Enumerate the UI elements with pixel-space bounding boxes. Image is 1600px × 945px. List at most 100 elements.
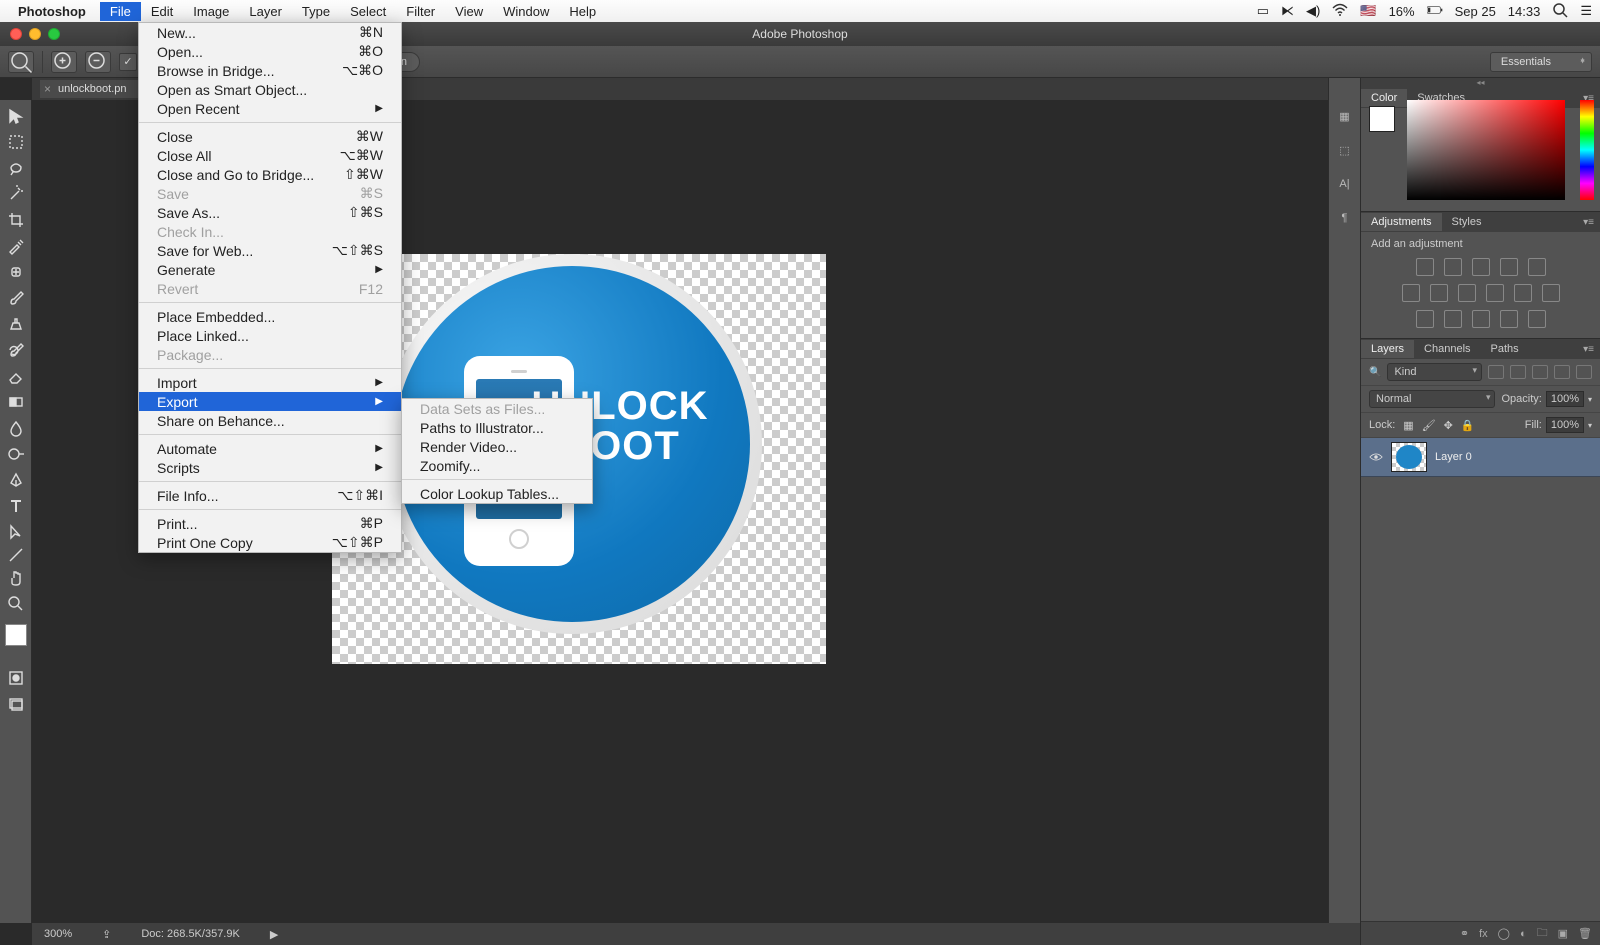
layer-mask-icon[interactable]: ◯ (1498, 927, 1510, 940)
lasso-tool[interactable] (4, 156, 28, 180)
properties-panel-icon[interactable]: ⬚ (1335, 142, 1355, 158)
file-menu-item[interactable]: Print One Copy⌥⇧⌘P (139, 533, 401, 552)
adj-photofilter[interactable] (1486, 284, 1504, 302)
pen-tool[interactable] (4, 468, 28, 492)
new-group-icon[interactable]: 🗀 (1537, 924, 1548, 943)
file-menu-item[interactable]: Close All⌥⌘W (139, 146, 401, 165)
opacity-value[interactable]: 100% (1546, 391, 1584, 407)
channels-tab[interactable]: Channels (1414, 340, 1480, 358)
delete-layer-icon[interactable]: 🗑 (1578, 927, 1592, 940)
adj-threshold[interactable] (1472, 310, 1490, 328)
export-submenu-item[interactable]: Paths to Illustrator... (402, 418, 592, 437)
file-menu-item[interactable]: Open...⌘O (139, 42, 401, 61)
adj-levels[interactable] (1444, 258, 1462, 276)
move-tool[interactable] (4, 104, 28, 128)
history-brush-tool[interactable] (4, 338, 28, 362)
workspace-switcher[interactable]: Essentials (1490, 52, 1592, 72)
file-menu-item[interactable]: New...⌘N (139, 23, 401, 42)
filter-pixel-icon[interactable] (1488, 365, 1504, 379)
doc-info-arrow[interactable]: ▶ (270, 928, 278, 941)
adj-exposure[interactable] (1500, 258, 1518, 276)
menu-filter[interactable]: Filter (396, 2, 445, 21)
adj-channelmixer[interactable] (1514, 284, 1532, 302)
blend-mode-select[interactable]: Normal (1369, 390, 1495, 408)
clone-stamp-tool[interactable] (4, 312, 28, 336)
resize-windows-checkbox[interactable]: ✓ (119, 53, 137, 71)
adj-colorlookup[interactable] (1542, 284, 1560, 302)
screen-mode-toggle[interactable] (4, 692, 28, 716)
spotlight-icon[interactable] (1552, 2, 1568, 21)
menu-image[interactable]: Image (183, 2, 239, 21)
file-menu-item[interactable]: Place Linked... (139, 326, 401, 345)
adj-brightness[interactable] (1416, 258, 1434, 276)
healing-brush-tool[interactable] (4, 260, 28, 284)
menu-view[interactable]: View (445, 2, 493, 21)
close-window-button[interactable] (10, 28, 22, 40)
filter-shape-icon[interactable] (1554, 365, 1570, 379)
hand-tool[interactable] (4, 566, 28, 590)
filter-adjust-icon[interactable] (1510, 365, 1526, 379)
lock-position-icon[interactable]: ✥ (1444, 419, 1453, 432)
maximize-window-button[interactable] (48, 28, 60, 40)
shape-tool[interactable] (4, 546, 28, 564)
app-name[interactable]: Photoshop (18, 4, 86, 19)
bluetooth-icon[interactable]: ⧔ (1281, 3, 1294, 19)
menu-layer[interactable]: Layer (239, 2, 292, 21)
brush-tool[interactable] (4, 286, 28, 310)
volume-icon[interactable]: ◀) (1306, 3, 1320, 19)
file-menu-item[interactable]: Open Recent▶ (139, 99, 401, 118)
lock-transparency-icon[interactable]: ▦ (1403, 419, 1413, 432)
file-menu-item[interactable]: File Info...⌥⇧⌘I (139, 486, 401, 505)
color-fg-bg-swatch[interactable] (1369, 106, 1395, 132)
paths-tab[interactable]: Paths (1481, 340, 1529, 358)
document-tab[interactable]: unlockboot.pn (40, 80, 141, 98)
file-menu-item[interactable]: Scripts▶ (139, 458, 401, 477)
file-menu-item[interactable]: Generate▶ (139, 260, 401, 279)
adj-vibrance[interactable] (1528, 258, 1546, 276)
adj-colorbalance[interactable] (1430, 284, 1448, 302)
adj-posterize[interactable] (1444, 310, 1462, 328)
layers-tab[interactable]: Layers (1361, 340, 1414, 358)
gradient-tool[interactable] (4, 390, 28, 414)
adjustments-panel-menu[interactable]: ▾≡ (1583, 217, 1594, 228)
character-panel-icon[interactable]: A| (1335, 176, 1355, 192)
history-panel-icon[interactable]: ▦ (1335, 108, 1355, 124)
new-layer-icon[interactable]: ▣ (1558, 927, 1568, 940)
foreground-background-swatch[interactable] (5, 624, 27, 646)
layer-fx-icon[interactable]: fx (1479, 928, 1488, 940)
file-menu-item[interactable]: Share on Behance... (139, 411, 401, 430)
magic-wand-tool[interactable] (4, 182, 28, 206)
styles-tab[interactable]: Styles (1442, 213, 1492, 231)
menu-type[interactable]: Type (292, 2, 340, 21)
layer-filter-kind[interactable]: Kind (1387, 363, 1482, 381)
dodge-tool[interactable] (4, 442, 28, 466)
export-submenu-item[interactable]: Zoomify... (402, 456, 592, 475)
share-icon[interactable]: ⇪ (102, 928, 111, 941)
color-tab[interactable]: Color (1361, 89, 1407, 107)
lock-all-icon[interactable]: 🔒 (1461, 419, 1475, 432)
blur-tool[interactable] (4, 416, 28, 440)
file-menu-item[interactable]: Save As...⇧⌘S (139, 203, 401, 222)
layer-visibility-icon[interactable] (1369, 452, 1383, 462)
quick-mask-toggle[interactable] (4, 666, 28, 690)
zoom-tool[interactable] (4, 592, 28, 616)
adj-selectivecolor[interactable] (1528, 310, 1546, 328)
hue-slider[interactable] (1580, 100, 1594, 200)
zoom-out-button[interactable] (85, 51, 111, 73)
menu-select[interactable]: Select (340, 2, 396, 21)
file-menu-item[interactable]: Import▶ (139, 373, 401, 392)
file-menu-item[interactable]: Place Embedded... (139, 307, 401, 326)
layers-panel-menu[interactable]: ▾≡ (1583, 344, 1594, 355)
file-menu-item[interactable]: Print...⌘P (139, 514, 401, 533)
menu-edit[interactable]: Edit (141, 2, 183, 21)
path-selection-tool[interactable] (4, 520, 28, 544)
new-fill-layer-icon[interactable]: ◐ (1520, 928, 1527, 940)
adjustments-tab[interactable]: Adjustments (1361, 213, 1442, 231)
adj-gradientmap[interactable] (1500, 310, 1518, 328)
zoom-tool-indicator[interactable] (8, 51, 34, 73)
minimize-window-button[interactable] (29, 28, 41, 40)
menu-file[interactable]: File (100, 2, 141, 21)
color-picker-field[interactable] (1407, 100, 1565, 200)
lock-pixels-icon[interactable]: 🖌 (1422, 419, 1436, 432)
filter-smart-icon[interactable] (1576, 365, 1592, 379)
